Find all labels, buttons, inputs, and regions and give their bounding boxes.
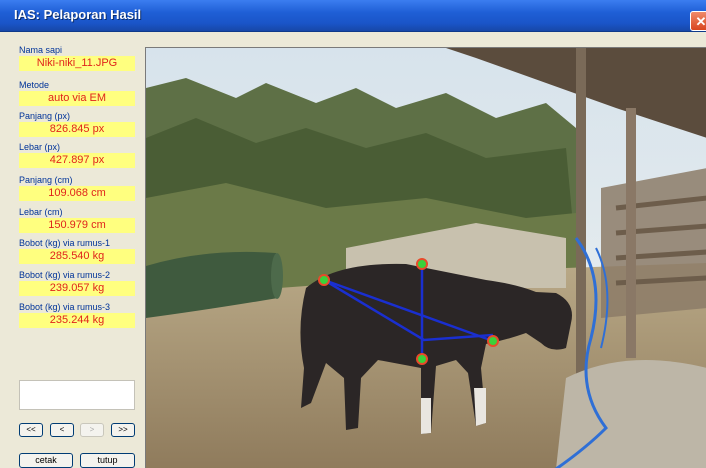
label-weight-formula-1: Bobot (kg) via rumus-1 (19, 238, 111, 248)
close-icon[interactable]: ✕ (690, 11, 706, 31)
cow-photo (145, 47, 706, 468)
value-width-cm: 150.979 cm (19, 218, 135, 233)
photo-scene (146, 48, 706, 468)
next-record-button[interactable]: > (80, 423, 104, 437)
value-method: auto via EM (19, 91, 135, 106)
label-weight-formula-2: Bobot (kg) via rumus-2 (19, 270, 111, 280)
notes-box[interactable] (19, 380, 135, 410)
label-cow-name: Nama sapi (19, 45, 63, 55)
value-weight-formula-2: 239.057 kg (19, 281, 135, 296)
value-length-cm: 109.068 cm (19, 186, 135, 201)
label-width-cm: Lebar (cm) (19, 207, 63, 217)
value-cow-name: Niki-niki_11.JPG (19, 56, 135, 71)
value-weight-formula-1: 285.540 kg (19, 249, 135, 264)
value-length-px: 826.845 px (19, 122, 135, 137)
label-length-px: Panjang (px) (19, 111, 71, 121)
value-width-px: 427.897 px (19, 153, 135, 168)
print-button[interactable]: cetak (19, 453, 73, 468)
title-bar[interactable]: IAS: Pelaporan Hasil ✕ (0, 0, 706, 32)
label-length-cm: Panjang (cm) (19, 175, 73, 185)
first-record-button[interactable]: << (19, 423, 43, 437)
prev-record-button[interactable]: < (50, 423, 74, 437)
report-window: IAS: Pelaporan Hasil ✕ Nama sapi Niki-ni… (0, 0, 706, 468)
value-weight-formula-3: 235.244 kg (19, 313, 135, 328)
window-title: IAS: Pelaporan Hasil (14, 7, 142, 22)
label-weight-formula-3: Bobot (kg) via rumus-3 (19, 302, 111, 312)
label-width-px: Lebar (px) (19, 142, 61, 152)
label-method: Metode (19, 80, 50, 90)
last-record-button[interactable]: >> (111, 423, 135, 437)
close-button[interactable]: tutup (80, 453, 135, 468)
